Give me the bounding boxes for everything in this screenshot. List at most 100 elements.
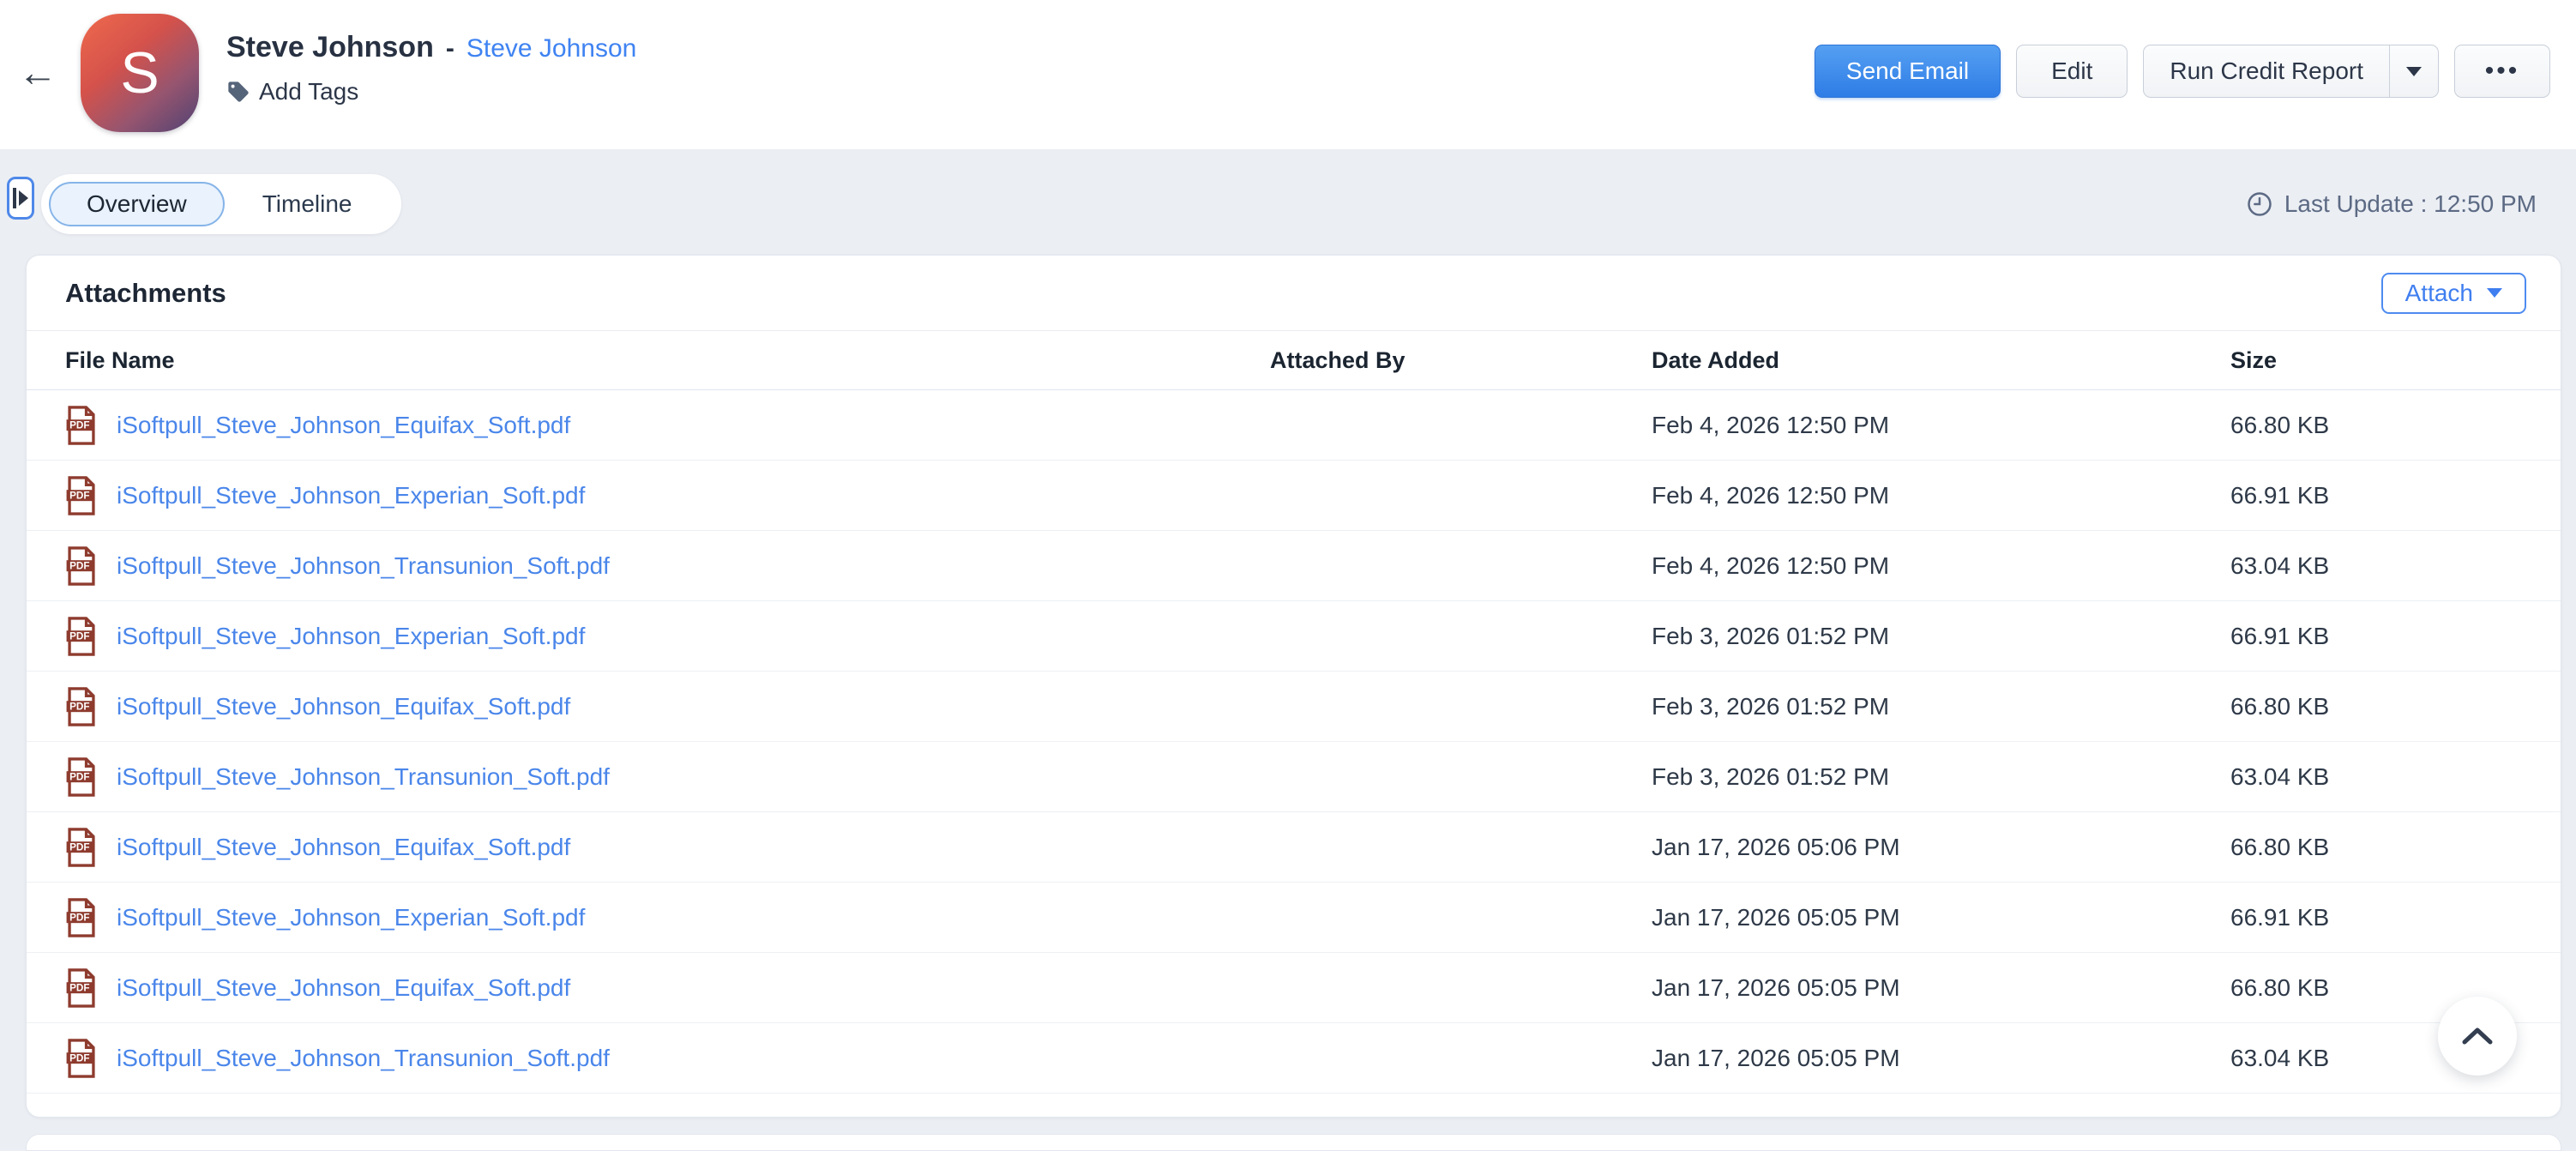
file-link[interactable]: iSoftpull_Steve_Johnson_Experian_Soft.pd… bbox=[117, 482, 585, 509]
size-cell: 63.04 KB bbox=[2230, 552, 2526, 580]
attachments-card: Attachments Attach File Name Attached By… bbox=[26, 255, 2561, 1118]
attach-button-label: Attach bbox=[2405, 280, 2473, 307]
file-name-cell: PDF iSoftpull_Steve_Johnson_Equifax_Soft.… bbox=[65, 968, 1270, 1008]
pdf-file-icon: PDF bbox=[65, 757, 98, 797]
size-cell: 66.80 KB bbox=[2230, 834, 2526, 861]
table-row: PDF iSoftpull_Steve_Johnson_Experian_Soft… bbox=[27, 461, 2561, 531]
column-header-date-added: Date Added bbox=[1652, 347, 2230, 374]
file-name-cell: PDF iSoftpull_Steve_Johnson_Experian_Soft… bbox=[65, 476, 1270, 515]
pdf-file-icon: PDF bbox=[65, 828, 98, 867]
size-cell: 66.91 KB bbox=[2230, 904, 2526, 931]
table-row: PDF iSoftpull_Steve_Johnson_Experian_Soft… bbox=[27, 601, 2561, 672]
size-cell: 66.91 KB bbox=[2230, 623, 2526, 650]
expand-panel-toggle[interactable] bbox=[7, 177, 34, 220]
file-link[interactable]: iSoftpull_Steve_Johnson_Transunion_Soft.… bbox=[117, 763, 610, 791]
record-tabs: OverviewTimeline bbox=[41, 174, 401, 234]
avatar: S bbox=[81, 14, 199, 132]
size-cell: 66.80 KB bbox=[2230, 412, 2526, 439]
chevron-down-icon bbox=[2487, 288, 2502, 298]
triangle-right-icon bbox=[19, 190, 28, 206]
next-section-card-edge bbox=[26, 1134, 2561, 1151]
pdf-file-icon: PDF bbox=[65, 476, 98, 515]
svg-text:PDF: PDF bbox=[69, 912, 89, 923]
last-update: Last Update : 12:50 PM bbox=[2247, 190, 2537, 218]
file-name-cell: PDF iSoftpull_Steve_Johnson_Transunion_So… bbox=[65, 757, 1270, 797]
chevron-down-icon bbox=[2406, 67, 2422, 76]
contact-name-block: Steve Johnson - Steve Johnson Add Tags bbox=[226, 31, 636, 105]
table-row: PDF iSoftpull_Steve_Johnson_Equifax_Soft.… bbox=[27, 672, 2561, 742]
file-name-cell: PDF iSoftpull_Steve_Johnson_Transunion_So… bbox=[65, 1039, 1270, 1078]
file-link[interactable]: iSoftpull_Steve_Johnson_Experian_Soft.pd… bbox=[117, 904, 585, 931]
table-row: PDF iSoftpull_Steve_Johnson_Equifax_Soft.… bbox=[27, 953, 2561, 1023]
last-update-text: Last Update : 12:50 PM bbox=[2284, 190, 2537, 218]
attach-button[interactable]: Attach bbox=[2381, 273, 2526, 314]
name-separator: - bbox=[446, 34, 454, 63]
avatar-initial: S bbox=[120, 39, 159, 106]
panel-toggle-bar bbox=[13, 188, 16, 208]
svg-text:PDF: PDF bbox=[69, 630, 89, 642]
contact-header: ← S Steve Johnson - Steve Johnson Add Ta… bbox=[0, 0, 2576, 149]
column-header-file-name: File Name bbox=[65, 347, 1270, 374]
svg-text:PDF: PDF bbox=[69, 701, 89, 712]
clock-icon bbox=[2247, 191, 2272, 217]
file-link[interactable]: iSoftpull_Steve_Johnson_Transunion_Soft.… bbox=[117, 1045, 610, 1072]
file-link[interactable]: iSoftpull_Steve_Johnson_Equifax_Soft.pdf bbox=[117, 974, 570, 1002]
more-actions-button[interactable]: ••• bbox=[2454, 45, 2550, 98]
table-row: PDF iSoftpull_Steve_Johnson_Transunion_So… bbox=[27, 742, 2561, 812]
tab-timeline[interactable]: Timeline bbox=[225, 182, 390, 226]
file-link[interactable]: iSoftpull_Steve_Johnson_Equifax_Soft.pdf bbox=[117, 412, 570, 439]
edit-button[interactable]: Edit bbox=[2016, 45, 2128, 98]
pdf-file-icon: PDF bbox=[65, 687, 98, 726]
attachments-table-body: PDF iSoftpull_Steve_Johnson_Equifax_Soft.… bbox=[27, 390, 2561, 1094]
svg-text:PDF: PDF bbox=[69, 560, 89, 571]
run-credit-report-dropdown[interactable] bbox=[2390, 45, 2438, 97]
add-tags-button[interactable]: Add Tags bbox=[226, 78, 636, 105]
file-link[interactable]: iSoftpull_Steve_Johnson_Experian_Soft.pd… bbox=[117, 623, 585, 650]
back-arrow-icon[interactable]: ← bbox=[14, 48, 62, 96]
size-cell: 63.04 KB bbox=[2230, 763, 2526, 791]
date-added-cell: Feb 3, 2026 01:52 PM bbox=[1652, 763, 2230, 791]
file-name-cell: PDF iSoftpull_Steve_Johnson_Transunion_So… bbox=[65, 546, 1270, 586]
date-added-cell: Jan 17, 2026 05:05 PM bbox=[1652, 1045, 2230, 1072]
file-name-cell: PDF iSoftpull_Steve_Johnson_Equifax_Soft.… bbox=[65, 687, 1270, 726]
tab-overview[interactable]: Overview bbox=[49, 182, 225, 226]
svg-text:PDF: PDF bbox=[69, 982, 89, 993]
chevron-up-icon bbox=[2459, 1025, 2495, 1047]
table-row: PDF iSoftpull_Steve_Johnson_Equifax_Soft.… bbox=[27, 390, 2561, 461]
file-link[interactable]: iSoftpull_Steve_Johnson_Equifax_Soft.pdf bbox=[117, 834, 570, 861]
date-added-cell: Jan 17, 2026 05:05 PM bbox=[1652, 904, 2230, 931]
column-header-size: Size bbox=[2230, 347, 2526, 374]
scroll-to-top-button[interactable] bbox=[2438, 997, 2517, 1076]
attachments-table-header: File Name Attached By Date Added Size bbox=[27, 331, 2561, 390]
table-row: PDF iSoftpull_Steve_Johnson_Transunion_So… bbox=[27, 531, 2561, 601]
page-title: Steve Johnson bbox=[226, 31, 434, 64]
file-name-cell: PDF iSoftpull_Steve_Johnson_Experian_Soft… bbox=[65, 617, 1270, 656]
run-credit-report-label: Run Credit Report bbox=[2144, 45, 2389, 97]
date-added-cell: Jan 17, 2026 05:05 PM bbox=[1652, 974, 2230, 1002]
svg-text:PDF: PDF bbox=[69, 419, 89, 431]
date-added-cell: Feb 4, 2026 12:50 PM bbox=[1652, 482, 2230, 509]
run-credit-report-button[interactable]: Run Credit Report bbox=[2143, 45, 2439, 98]
attachments-titlebar: Attachments Attach bbox=[27, 256, 2561, 331]
send-email-button[interactable]: Send Email bbox=[1815, 45, 2001, 98]
size-cell: 66.91 KB bbox=[2230, 482, 2526, 509]
file-link[interactable]: iSoftpull_Steve_Johnson_Transunion_Soft.… bbox=[117, 552, 610, 580]
file-link[interactable]: iSoftpull_Steve_Johnson_Equifax_Soft.pdf bbox=[117, 693, 570, 720]
pdf-file-icon: PDF bbox=[65, 546, 98, 586]
svg-text:PDF: PDF bbox=[69, 490, 89, 501]
tag-icon bbox=[226, 80, 250, 104]
pdf-file-icon: PDF bbox=[65, 406, 98, 445]
svg-text:PDF: PDF bbox=[69, 1052, 89, 1064]
file-name-cell: PDF iSoftpull_Steve_Johnson_Equifax_Soft.… bbox=[65, 828, 1270, 867]
svg-text:PDF: PDF bbox=[69, 841, 89, 853]
add-tags-label: Add Tags bbox=[259, 78, 358, 105]
related-contact-link[interactable]: Steve Johnson bbox=[466, 34, 636, 63]
date-added-cell: Feb 4, 2026 12:50 PM bbox=[1652, 412, 2230, 439]
size-cell: 66.80 KB bbox=[2230, 693, 2526, 720]
date-added-cell: Feb 3, 2026 01:52 PM bbox=[1652, 623, 2230, 650]
file-name-cell: PDF iSoftpull_Steve_Johnson_Equifax_Soft.… bbox=[65, 406, 1270, 445]
attachments-title: Attachments bbox=[65, 278, 226, 309]
table-row: PDF iSoftpull_Steve_Johnson_Experian_Soft… bbox=[27, 883, 2561, 953]
pdf-file-icon: PDF bbox=[65, 898, 98, 937]
date-added-cell: Feb 4, 2026 12:50 PM bbox=[1652, 552, 2230, 580]
